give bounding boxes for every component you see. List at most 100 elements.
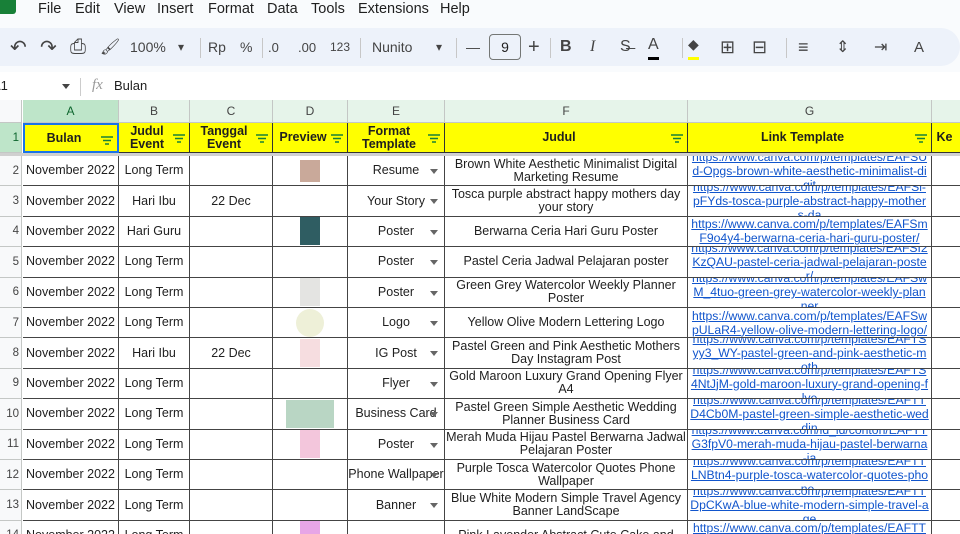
menu-insert[interactable]: Insert (157, 0, 193, 18)
currency-button[interactable]: Rp (208, 28, 226, 66)
header-cell[interactable]: Format Template (348, 123, 445, 153)
row-number[interactable]: 12 (0, 460, 22, 491)
link-template[interactable]: https://www.canva.com/p/templates/EAFSwp… (688, 309, 931, 337)
column-header-B[interactable]: B (119, 100, 190, 123)
cell[interactable]: November 2022 (23, 399, 119, 430)
cell[interactable]: November 2022 (23, 156, 119, 187)
link-template[interactable]: https://www.canva.com/p/templates/EAFSI2… (688, 247, 931, 276)
column-header-G[interactable]: G (688, 100, 932, 123)
header-cell[interactable]: Ke (932, 123, 960, 153)
cell[interactable] (190, 156, 273, 187)
link-template[interactable]: https://www.canva.com/p/templates/EAFTTW (688, 521, 931, 534)
cell[interactable]: November 2022 (23, 490, 119, 521)
cell[interactable]: November 2022 (23, 429, 119, 460)
link-template[interactable]: https://www.canva.com/p/templates/EAFTTD… (688, 490, 931, 519)
cell[interactable] (273, 308, 348, 339)
link-template[interactable]: https://www.canva.com/p/templates/EAFSwM… (688, 278, 931, 307)
cell[interactable] (932, 217, 960, 248)
zoom-select[interactable]: 100% (130, 28, 166, 66)
cell[interactable] (190, 247, 273, 278)
cell[interactable]: 22 Dec (190, 186, 273, 217)
cell[interactable] (190, 368, 273, 400)
menu-file[interactable]: File (38, 0, 61, 18)
row-number[interactable]: 14 (0, 520, 22, 534)
cell[interactable]: Long Term (119, 247, 190, 278)
cell[interactable] (273, 247, 348, 278)
cell[interactable]: Long Term (119, 490, 190, 521)
cell[interactable]: https://www.canva.com/p/templates/EAFTTD… (688, 490, 932, 521)
text-wrap-icon[interactable]: ⇥ (874, 28, 887, 66)
header-cell[interactable]: Bulan (23, 123, 119, 153)
cell[interactable] (190, 399, 273, 430)
cell[interactable]: November 2022 (23, 460, 119, 491)
cell[interactable]: Blue White Modern Simple Travel Agency B… (445, 490, 688, 521)
preview-thumbnail[interactable] (300, 430, 320, 459)
cell[interactable]: https://www.canva.com/p/templates/EAFTSy… (688, 338, 932, 369)
row-number[interactable]: 3 (0, 186, 22, 217)
cell[interactable]: 22 Dec (190, 338, 273, 369)
dropdown-chip-icon[interactable] (430, 473, 438, 478)
cell[interactable]: Long Term (119, 277, 190, 308)
cell[interactable] (273, 520, 348, 534)
cell[interactable]: Hari Guru (119, 216, 190, 248)
filter-icon[interactable] (428, 133, 440, 143)
cell[interactable]: https://www.canva.com/p/templates/EAFSmF… (688, 216, 932, 248)
cell[interactable]: Tosca purple abstract happy mothers day … (445, 186, 688, 217)
cell[interactable]: Poster (348, 247, 445, 278)
cell[interactable]: Brown White Aesthetic Minimalist Digital… (445, 156, 688, 187)
percent-button[interactable]: % (240, 28, 252, 66)
filter-icon[interactable] (671, 133, 683, 143)
cell[interactable] (273, 429, 348, 460)
number-format-button[interactable]: 123 (330, 28, 350, 66)
menu-edit[interactable]: Edit (75, 0, 100, 18)
cell[interactable] (190, 490, 273, 521)
cell[interactable]: November 2022 (23, 216, 119, 248)
merge-cells-icon[interactable]: ⊟ (752, 28, 767, 66)
dropdown-chip-icon[interactable] (430, 381, 438, 387)
cell[interactable] (932, 186, 960, 217)
cell[interactable] (190, 216, 273, 248)
dropdown-chip-icon[interactable] (430, 412, 438, 418)
dropdown-chip-icon[interactable] (430, 229, 438, 235)
filter-icon[interactable] (915, 133, 927, 143)
cell[interactable] (273, 338, 348, 369)
column-header-H[interactable] (932, 100, 960, 123)
cell[interactable]: Poster (348, 277, 445, 308)
cell[interactable]: Poster (348, 429, 445, 460)
text-rotate-icon[interactable]: A (914, 28, 924, 66)
cell[interactable]: Long Term (119, 156, 190, 187)
filter-icon[interactable] (331, 133, 343, 143)
dropdown-chip-icon[interactable] (430, 321, 438, 326)
paint-format-icon[interactable]: 🖌 (100, 28, 120, 66)
row-number[interactable]: 9 (0, 368, 22, 400)
cell[interactable] (932, 521, 960, 534)
decrease-decimal-button[interactable]: .0 (268, 28, 279, 66)
cell[interactable]: https://www.canva.com/p/templates/EAFSl-… (688, 186, 932, 217)
cell[interactable]: Poster (348, 216, 445, 248)
cell[interactable]: https://www.canva.com/p/templates/EAFTTD… (688, 399, 932, 430)
cell[interactable] (190, 429, 273, 460)
cell[interactable] (932, 156, 960, 187)
cell[interactable]: https://www.canva.com/p/templates/EAFSI2… (688, 247, 932, 278)
cell[interactable]: November 2022 (23, 277, 119, 308)
cell[interactable] (273, 368, 348, 400)
cell[interactable] (932, 430, 960, 460)
cell[interactable] (273, 490, 348, 521)
link-template[interactable]: https://www.canva.com/p/templates/EAFTSy… (688, 338, 931, 367)
cell[interactable] (273, 277, 348, 308)
cell[interactable]: Berwarna Ceria Hari Guru Poster (445, 216, 688, 248)
cell[interactable]: IG Post (348, 338, 445, 369)
name-box-dropdown-icon[interactable] (62, 84, 70, 89)
header-cell[interactable]: Preview (273, 123, 348, 153)
preview-thumbnail[interactable] (300, 159, 320, 182)
cell[interactable] (273, 156, 348, 187)
font-size-input[interactable]: 9 (489, 34, 521, 60)
italic-icon[interactable]: I (590, 28, 595, 66)
link-template[interactable]: https://www.canva.com/p/templates/EAFTS4… (688, 369, 931, 398)
column-header-F[interactable]: F (445, 100, 688, 123)
preview-thumbnail[interactable] (296, 308, 324, 337)
row-number[interactable]: 13 (0, 490, 22, 521)
dropdown-chip-icon[interactable] (430, 169, 438, 174)
cell[interactable] (932, 278, 960, 308)
header-cell[interactable]: Link Template (688, 123, 932, 153)
